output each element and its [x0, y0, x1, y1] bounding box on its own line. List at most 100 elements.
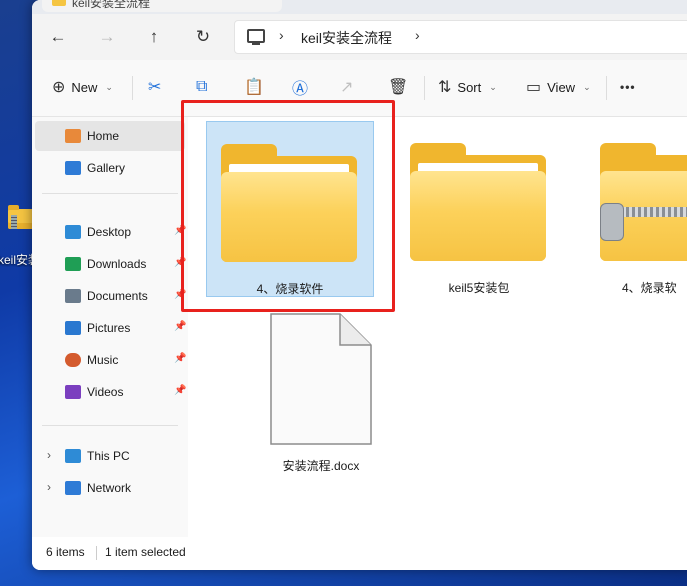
- computer-icon[interactable]: [247, 29, 265, 45]
- clipboard-icon: 📋: [244, 79, 264, 96]
- desktop-shortcut[interactable]: keil安装: [0, 205, 38, 285]
- tab-bar: keil安装全流程: [32, 0, 687, 14]
- folder-icon: [410, 143, 546, 261]
- up-button[interactable]: ↑: [140, 24, 168, 50]
- toolbar-divider: [606, 76, 607, 100]
- sidebar-item-music[interactable]: Music 📌: [35, 345, 186, 375]
- refresh-icon: ↻: [195, 27, 211, 46]
- sidebar-item-downloads[interactable]: Downloads 📌: [35, 249, 186, 279]
- folder-icon: [52, 0, 66, 6]
- chevron-right-icon[interactable]: ›: [47, 448, 51, 462]
- rename-icon: Ⓐ: [292, 81, 309, 98]
- breadcrumb-separator[interactable]: ›: [279, 27, 284, 43]
- new-button[interactable]: ⊕ New ⌄: [52, 74, 113, 100]
- file-item-zip[interactable]: 4、烧录软: [586, 121, 687, 295]
- sidebar-item-this-pc[interactable]: › This PC: [35, 441, 185, 471]
- sort-button[interactable]: ⇅ Sort ⌄: [438, 74, 497, 100]
- delete-button[interactable]: 🗑: [388, 74, 408, 100]
- sidebar-item-home[interactable]: Home: [35, 121, 185, 151]
- sidebar-item-label: Home: [87, 129, 120, 143]
- arrow-right-icon: →: [98, 27, 116, 46]
- selection-count: 1 item selected: [105, 545, 186, 559]
- refresh-button[interactable]: ↻: [189, 24, 217, 50]
- pictures-icon: [65, 321, 81, 335]
- home-icon: [65, 129, 81, 143]
- copy-button[interactable]: ⧉: [196, 74, 207, 100]
- sidebar-item-videos[interactable]: Videos 📌: [35, 377, 186, 407]
- copy-icon: ⧉: [196, 78, 208, 95]
- pin-icon[interactable]: 📌: [174, 353, 186, 364]
- tab-title: keil安装全流程: [72, 0, 151, 10]
- sidebar-item-label: Music: [87, 353, 119, 367]
- rename-button[interactable]: Ⓐ: [292, 74, 308, 100]
- sidebar-item-desktop[interactable]: Desktop 📌: [35, 217, 186, 247]
- sidebar-item-pictures[interactable]: Pictures 📌: [35, 313, 186, 343]
- sort-icon: ⇅: [438, 79, 452, 96]
- status-bar: 6 items 1 item selected: [32, 537, 687, 570]
- toolbar-divider: [424, 76, 425, 100]
- sidebar-item-label: Gallery: [87, 161, 126, 175]
- more-icon: •••: [620, 80, 636, 94]
- sidebar-item-network[interactable]: › Network: [35, 473, 185, 503]
- breadcrumb-current[interactable]: keil安装全流程: [301, 28, 392, 48]
- scissors-icon: ✂: [148, 79, 162, 96]
- zipper-icon: [11, 215, 17, 229]
- back-button[interactable]: ←: [44, 24, 72, 50]
- navigation-pane: Home Gallery Desktop 📌 Downloads 📌 Docum…: [32, 117, 188, 537]
- plus-circle-icon: ⊕: [52, 79, 66, 96]
- forward-button[interactable]: →: [93, 24, 121, 50]
- sidebar-item-label: Documents: [87, 289, 148, 303]
- share-icon: ↗: [340, 79, 354, 96]
- pc-icon: [65, 449, 81, 463]
- sidebar-item-label: Downloads: [87, 257, 147, 271]
- address-bar[interactable]: › keil安装全流程 ›: [234, 20, 687, 54]
- status-divider: [96, 546, 97, 560]
- share-button[interactable]: ↗: [340, 74, 353, 100]
- gallery-icon: [65, 161, 81, 175]
- tab-current-folder[interactable]: keil安装全流程: [42, 0, 282, 12]
- music-icon: [65, 353, 81, 367]
- sidebar-item-label: Videos: [87, 385, 124, 399]
- paste-button[interactable]: 📋: [244, 74, 264, 100]
- download-icon: [65, 257, 81, 271]
- sidebar-item-documents[interactable]: Documents 📌: [35, 281, 186, 311]
- pin-icon[interactable]: 📌: [174, 321, 186, 332]
- sidebar-item-label: This PC: [87, 449, 130, 463]
- chevron-down-icon: ⌄: [489, 81, 497, 92]
- arrow-left-icon: ←: [49, 27, 67, 46]
- item-count: 6 items: [46, 545, 85, 559]
- file-name: keil5安装包: [448, 281, 510, 295]
- desktop-icon: [65, 225, 81, 239]
- zip-folder-icon: [600, 143, 687, 261]
- videos-icon: [65, 385, 81, 399]
- sidebar-item-label: Network: [87, 481, 132, 495]
- arrow-up-icon: ↑: [149, 27, 159, 46]
- chevron-down-icon: ⌄: [105, 81, 113, 92]
- breadcrumb-separator-end[interactable]: ›: [415, 27, 420, 43]
- chevron-down-icon: ⌄: [583, 81, 591, 92]
- document-icon: [270, 313, 372, 445]
- sidebar-item-label: Pictures: [87, 321, 131, 335]
- sidebar-divider: [42, 425, 178, 426]
- network-icon: [65, 481, 81, 495]
- view-button[interactable]: ▭ View ⌄: [526, 74, 591, 100]
- trash-icon: 🗑: [388, 79, 409, 96]
- sidebar-item-gallery[interactable]: Gallery: [35, 153, 185, 183]
- annotation-highlight-box: [181, 100, 395, 312]
- file-item-document[interactable]: 安装流程.docx: [238, 307, 404, 477]
- documents-icon: [65, 289, 81, 303]
- sidebar-item-label: Desktop: [87, 225, 132, 239]
- pin-icon[interactable]: 📌: [174, 385, 186, 396]
- more-options-button[interactable]: •••: [620, 74, 636, 100]
- file-name: 4、烧录软: [622, 281, 677, 295]
- view-label: View: [547, 79, 576, 95]
- file-item-folder[interactable]: keil5安装包: [396, 121, 562, 295]
- new-label: New: [71, 79, 98, 95]
- sidebar-divider: [42, 193, 178, 194]
- toolbar-divider: [132, 76, 133, 100]
- cut-button[interactable]: ✂: [148, 74, 161, 100]
- address-bar-row: ← → ↑ ↻ › keil安装全流程 ›: [32, 14, 687, 60]
- zipper-pull-icon: [600, 203, 624, 241]
- file-name: 安装流程.docx: [282, 459, 360, 473]
- chevron-right-icon[interactable]: ›: [47, 480, 51, 494]
